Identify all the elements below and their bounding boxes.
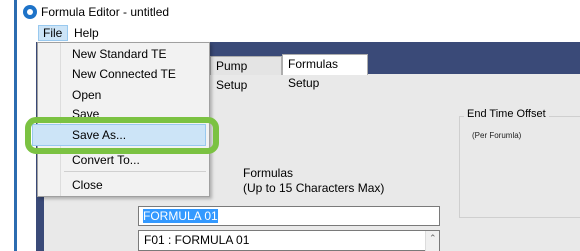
formula-name-input[interactable]: FORMULA 01 bbox=[138, 206, 440, 226]
end-time-offset-note: (Per Forumla) bbox=[472, 131, 522, 140]
menu-help[interactable]: Help bbox=[70, 25, 103, 41]
menu-item-new-connected-te[interactable]: New Connected TE bbox=[72, 65, 176, 83]
app-logo-icon bbox=[23, 5, 37, 19]
list-item[interactable]: F01 : FORMULA 01 bbox=[144, 233, 249, 247]
formulas-label-line1: Formulas bbox=[243, 166, 294, 180]
formulas-label-line2: (Up to 15 Characters Max) bbox=[243, 181, 385, 195]
formula-name-value: FORMULA 01 bbox=[143, 209, 218, 223]
save-as-highlight-ring bbox=[25, 117, 219, 154]
menu-item-close[interactable]: Close bbox=[72, 176, 103, 194]
tab-formulas-setup[interactable]: Formulas Setup bbox=[282, 54, 368, 90]
menu-item-open[interactable]: Open bbox=[72, 86, 101, 104]
menu-item-new-standard-te[interactable]: New Standard TE bbox=[72, 45, 167, 63]
tab-pump-setup[interactable]: Pump Setup bbox=[210, 56, 282, 92]
menu-file[interactable]: File bbox=[38, 25, 68, 41]
listbox-scrollbar[interactable]: ⌃ bbox=[425, 231, 439, 251]
window-title: Formula Editor - untitled bbox=[41, 5, 170, 19]
menu-item-save[interactable]: Save bbox=[72, 105, 99, 117]
menu-separator bbox=[64, 171, 206, 172]
chevron-up-icon[interactable]: ⌃ bbox=[429, 233, 437, 244]
end-time-offset-title: End Time Offset bbox=[464, 108, 549, 120]
formulas-label: Formulas (Up to 15 Characters Max) bbox=[243, 166, 384, 196]
